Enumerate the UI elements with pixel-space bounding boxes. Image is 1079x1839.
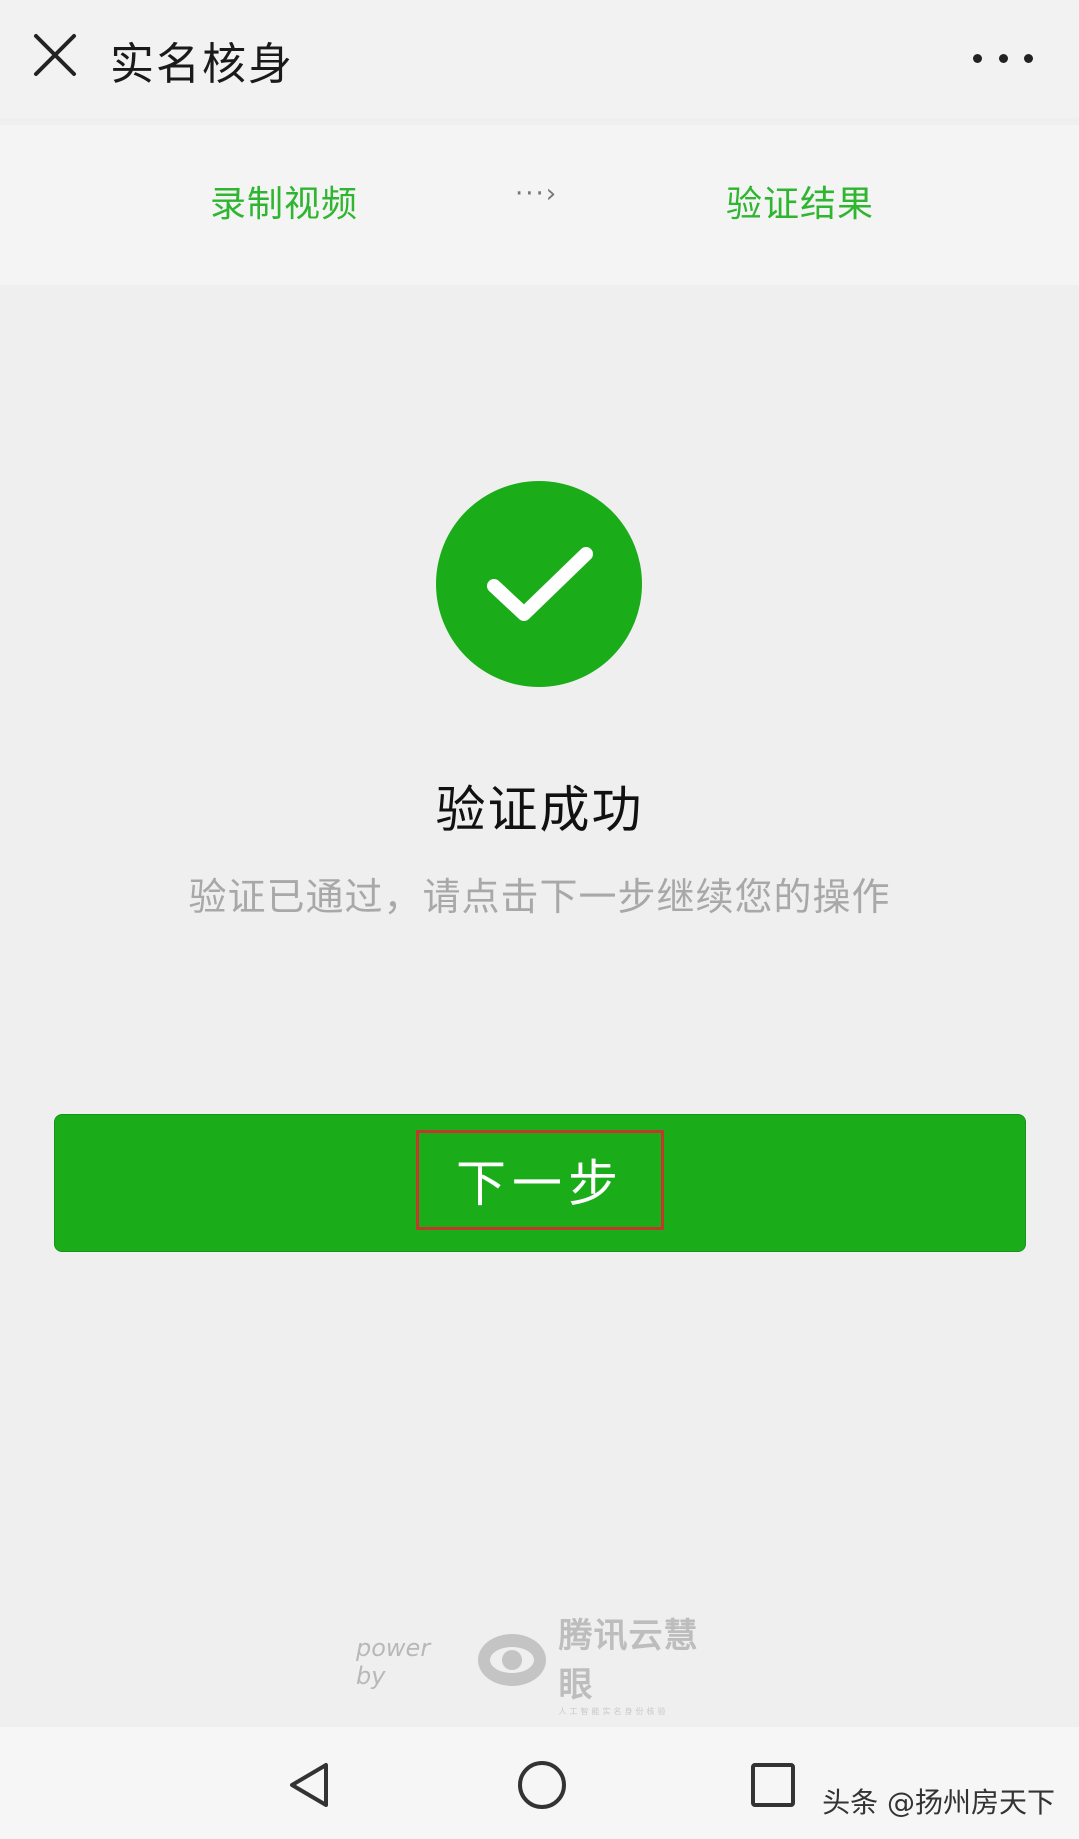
page-title: 实名核身 — [110, 39, 294, 90]
more-horizontal-icon[interactable] — [973, 38, 1033, 78]
eye-logo-icon — [476, 1630, 548, 1694]
back-triangle-icon[interactable] — [282, 1757, 338, 1817]
close-icon[interactable] — [30, 30, 80, 80]
home-circle-icon[interactable] — [514, 1757, 570, 1817]
step-verify-result: 验证结果 — [726, 184, 875, 225]
result-message: 验证已通过，请点击下一步继续您的操作 — [188, 875, 891, 919]
powered-by-footer: power by 腾讯云慧眼 人工智能实名身份核验 — [356, 1616, 726, 1716]
watermark-text: 头条 @扬州房天下 — [822, 1786, 1055, 1819]
brand-tagline: 人工智能实名身份核验 — [558, 1706, 669, 1716]
result-title: 验证成功 — [435, 781, 644, 839]
highlight-box: 下一步 — [416, 1130, 664, 1230]
check-circle-icon — [436, 481, 642, 687]
recent-square-icon[interactable] — [745, 1757, 801, 1817]
brand-name: 腾讯云慧眼 — [558, 1615, 699, 1705]
next-step-label: 下一步 — [456, 1155, 624, 1213]
step-indicator: 录制视频 ···› 验证结果 — [0, 125, 1079, 285]
step-record-video: 录制视频 — [210, 184, 359, 225]
powered-by-text: power by — [356, 1634, 431, 1690]
title-bar: 实名核身 — [0, 0, 1079, 118]
step-arrow-icon: ···› — [515, 179, 559, 209]
next-step-button[interactable]: 下一步 — [54, 1114, 1026, 1252]
